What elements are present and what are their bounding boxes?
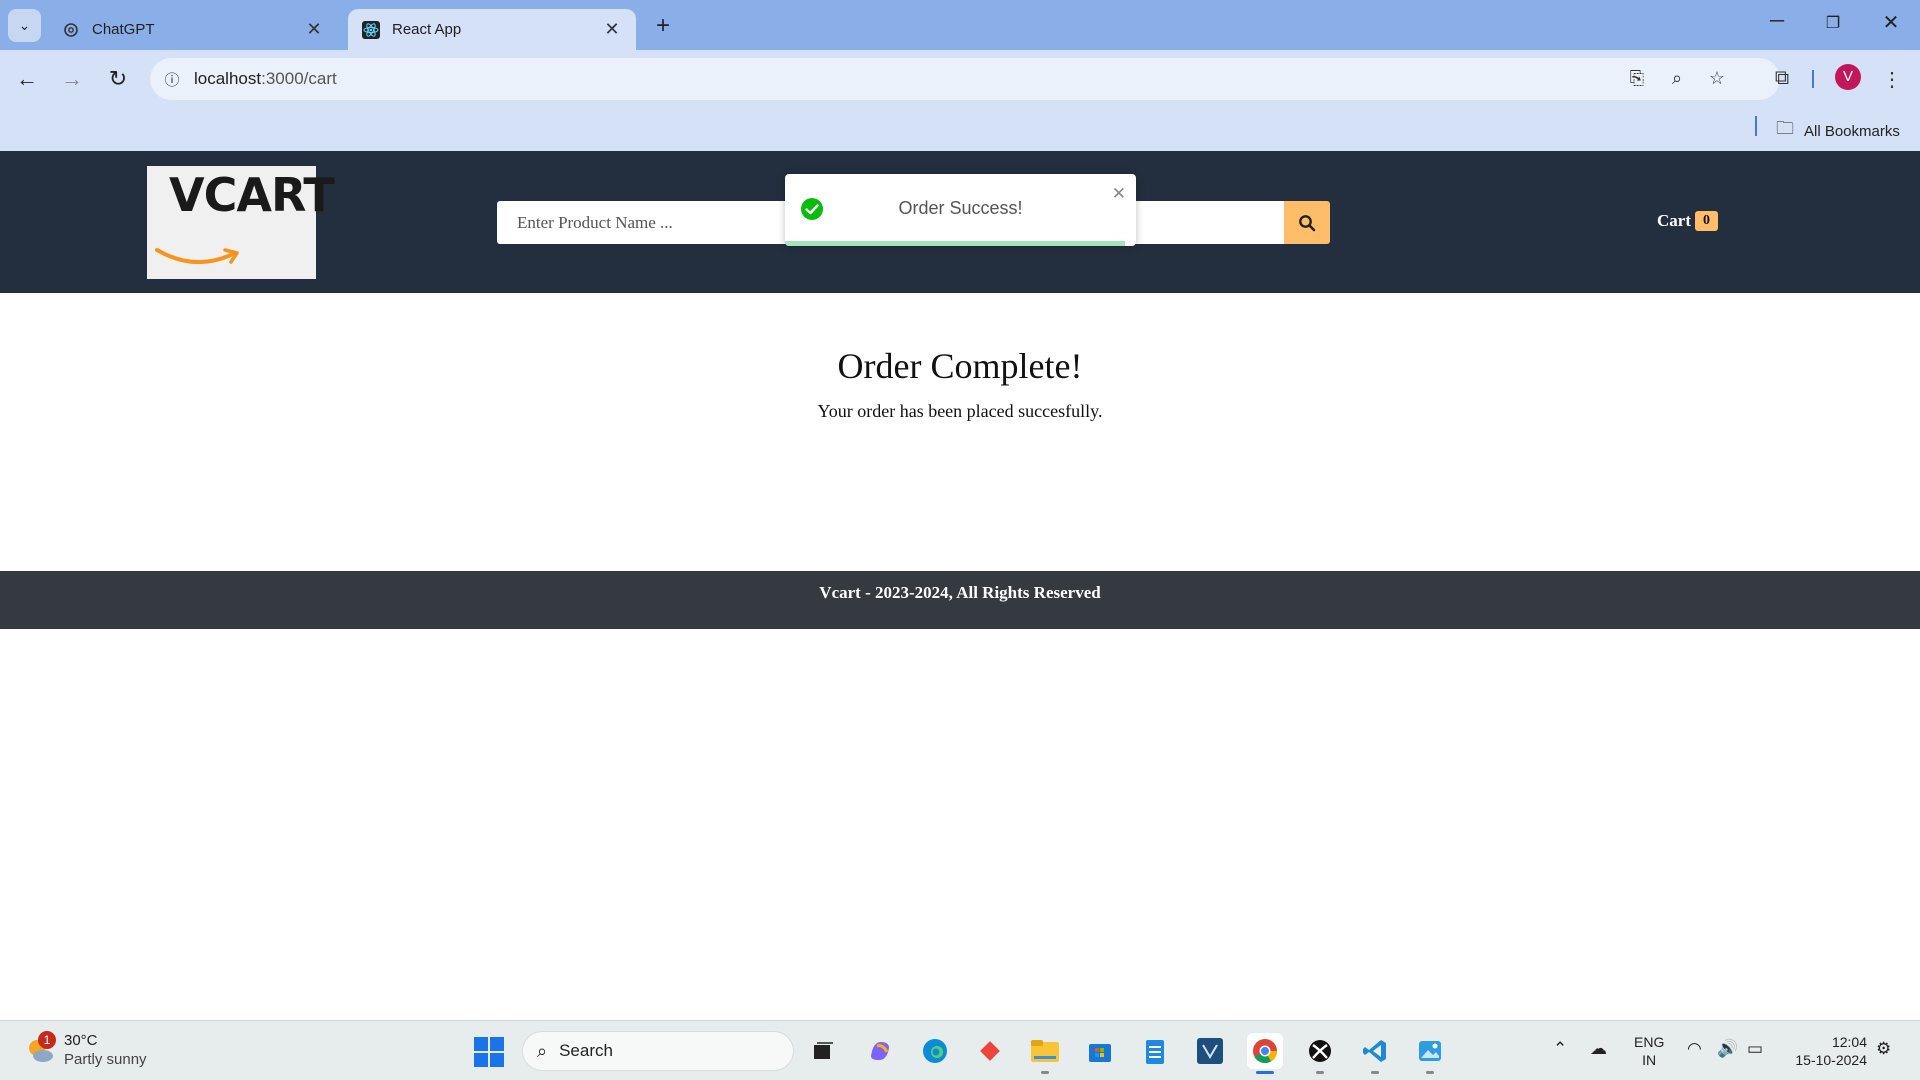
battery-icon[interactable]: ▭ (1747, 1039, 1763, 1059)
toast-progress-bar (785, 241, 1126, 246)
close-icon[interactable]: ✕ (304, 19, 324, 40)
lang-line2: IN (1642, 1052, 1657, 1068)
site-footer: Vcart - 2023-2024, All Rights Reserved (0, 571, 1920, 629)
footer-text: Vcart - 2023-2024, All Rights Reserved (819, 583, 1101, 602)
language-indicator[interactable]: ENG IN (1634, 1033, 1664, 1069)
running-indicator (1316, 1071, 1324, 1074)
weather-temp: 30°C (64, 1032, 98, 1049)
bookmarks-bar: 🗀 All Bookmarks (0, 108, 1920, 151)
back-button[interactable]: ← (13, 65, 41, 93)
zoom-icon[interactable]: ⌕ (1664, 68, 1690, 89)
order-message: Your order has been placed succesfully. (817, 401, 1103, 421)
forward-button[interactable]: → (58, 65, 86, 93)
anydesk-icon[interactable] (972, 1033, 1008, 1069)
chrome-icon[interactable] (1247, 1033, 1283, 1069)
url-path: :3000/cart (261, 69, 337, 88)
weather-widget[interactable]: 1 30°C Partly sunny (24, 1031, 147, 1069)
running-indicator (1371, 1071, 1379, 1074)
partly-sunny-icon: 1 (24, 1031, 56, 1066)
all-bookmarks-button[interactable]: 🗀 All Bookmarks (1776, 116, 1900, 146)
tab-search-button[interactable]: ⌄ (8, 9, 41, 42)
logo-text: VCART (169, 168, 335, 222)
windows-icon (474, 1037, 504, 1067)
site-info-icon[interactable]: ⓘ (150, 69, 194, 90)
menu-icon[interactable]: ⋮ (1878, 67, 1906, 92)
order-complete-section: Order Complete! Your order has been plac… (0, 293, 1920, 571)
volume-icon[interactable]: 🔊 (1717, 1039, 1738, 1059)
react-icon (362, 20, 380, 39)
tab-title: ChatGPT (92, 21, 155, 38)
search-icon (1299, 214, 1316, 231)
weather-condition: Partly sunny (64, 1051, 147, 1068)
cart-label: Cart (1657, 211, 1691, 230)
clock-time: 12:04 (1831, 1034, 1867, 1050)
lang-line1: ENG (1634, 1034, 1665, 1050)
browser-tab-bar: ⌄ ChatGPT ✕ React App ✕ + ─ ❐ ✕ (0, 0, 1920, 50)
notepad-icon[interactable] (1137, 1033, 1173, 1069)
url-host: localhost (194, 69, 262, 88)
active-indicator (1256, 1071, 1274, 1074)
taskbar-search[interactable]: ⌕ Search (522, 1031, 794, 1071)
clock[interactable]: 12:04 15-10-2024 (1787, 1033, 1867, 1069)
bookmark-star-icon[interactable]: ☆ (1704, 68, 1730, 89)
minimize-button[interactable]: ─ (1757, 10, 1797, 33)
tab-title: React App (392, 21, 462, 38)
task-view-icon[interactable] (805, 1033, 841, 1069)
close-icon[interactable]: ✕ (602, 19, 622, 40)
photos-icon[interactable] (1412, 1033, 1448, 1069)
all-bookmarks-label: All Bookmarks (1804, 122, 1900, 140)
running-indicator (1041, 1071, 1049, 1074)
wifi-icon[interactable]: ◠ (1687, 1039, 1702, 1059)
taskbar-search-label: Search (559, 1041, 613, 1060)
vscode-icon[interactable] (1357, 1033, 1393, 1069)
mysql-workbench-icon[interactable] (1192, 1033, 1228, 1069)
order-success-toast: Order Success! ✕ (785, 174, 1136, 246)
new-tab-button[interactable]: + (650, 12, 676, 40)
reload-button[interactable]: ↻ (104, 65, 132, 93)
cart-count-badge: 0 (1694, 211, 1718, 231)
profile-avatar[interactable]: V (1835, 64, 1861, 90)
close-icon[interactable]: ✕ (1112, 184, 1126, 204)
site-logo[interactable]: VCART (147, 166, 335, 279)
cart-link[interactable]: Cart 0 (1657, 211, 1718, 231)
toast-message: Order Success! (898, 198, 1023, 218)
chevron-down-icon: ⌄ (18, 17, 31, 33)
tab-chatgpt[interactable]: ChatGPT ✕ (48, 9, 338, 50)
start-button[interactable] (474, 1037, 504, 1072)
chevron-up-icon[interactable]: ⌃ (1553, 1039, 1567, 1059)
file-explorer-icon[interactable] (1027, 1033, 1063, 1069)
smile-arrow-icon (155, 248, 239, 264)
page-title: Order Complete! (837, 346, 1083, 386)
install-app-icon[interactable]: ⎘ (1624, 68, 1650, 89)
microsoft-store-icon[interactable] (1082, 1033, 1118, 1069)
chatgpt-icon (62, 21, 80, 39)
address-bar[interactable]: ⓘ localhost:3000/cart ⎘ ⌕ ☆ (150, 58, 1780, 100)
toolbar-divider (1812, 70, 1814, 88)
folder-icon: 🗀 (1776, 118, 1794, 138)
bookmarks-divider (1755, 116, 1757, 136)
xbox-icon[interactable] (1302, 1033, 1338, 1069)
notifications-icon[interactable]: ⚙ (1876, 1039, 1891, 1059)
browser-toolbar: ← → ↻ ⓘ localhost:3000/cart ⎘ ⌕ ☆ ⧉ V ⋮ (0, 50, 1920, 108)
weather-badge: 1 (38, 1031, 56, 1049)
search-icon: ⌕ (537, 1040, 548, 1061)
running-indicator (1426, 1071, 1434, 1074)
extensions-icon[interactable]: ⧉ (1768, 67, 1796, 90)
window-close-button[interactable]: ✕ (1871, 10, 1911, 35)
clock-date: 15-10-2024 (1795, 1052, 1867, 1068)
search-button[interactable] (1284, 201, 1330, 244)
onedrive-cloud-icon[interactable]: ☁ (1590, 1039, 1607, 1059)
windows-taskbar: 1 30°C Partly sunny ⌕ Search ⌃ ☁ ENG IN … (0, 1020, 1920, 1080)
restore-button[interactable]: ❐ (1813, 13, 1853, 33)
copilot-icon[interactable] (862, 1033, 898, 1069)
tab-react-app[interactable]: React App ✕ (348, 9, 636, 50)
edge-icon[interactable] (917, 1033, 953, 1069)
